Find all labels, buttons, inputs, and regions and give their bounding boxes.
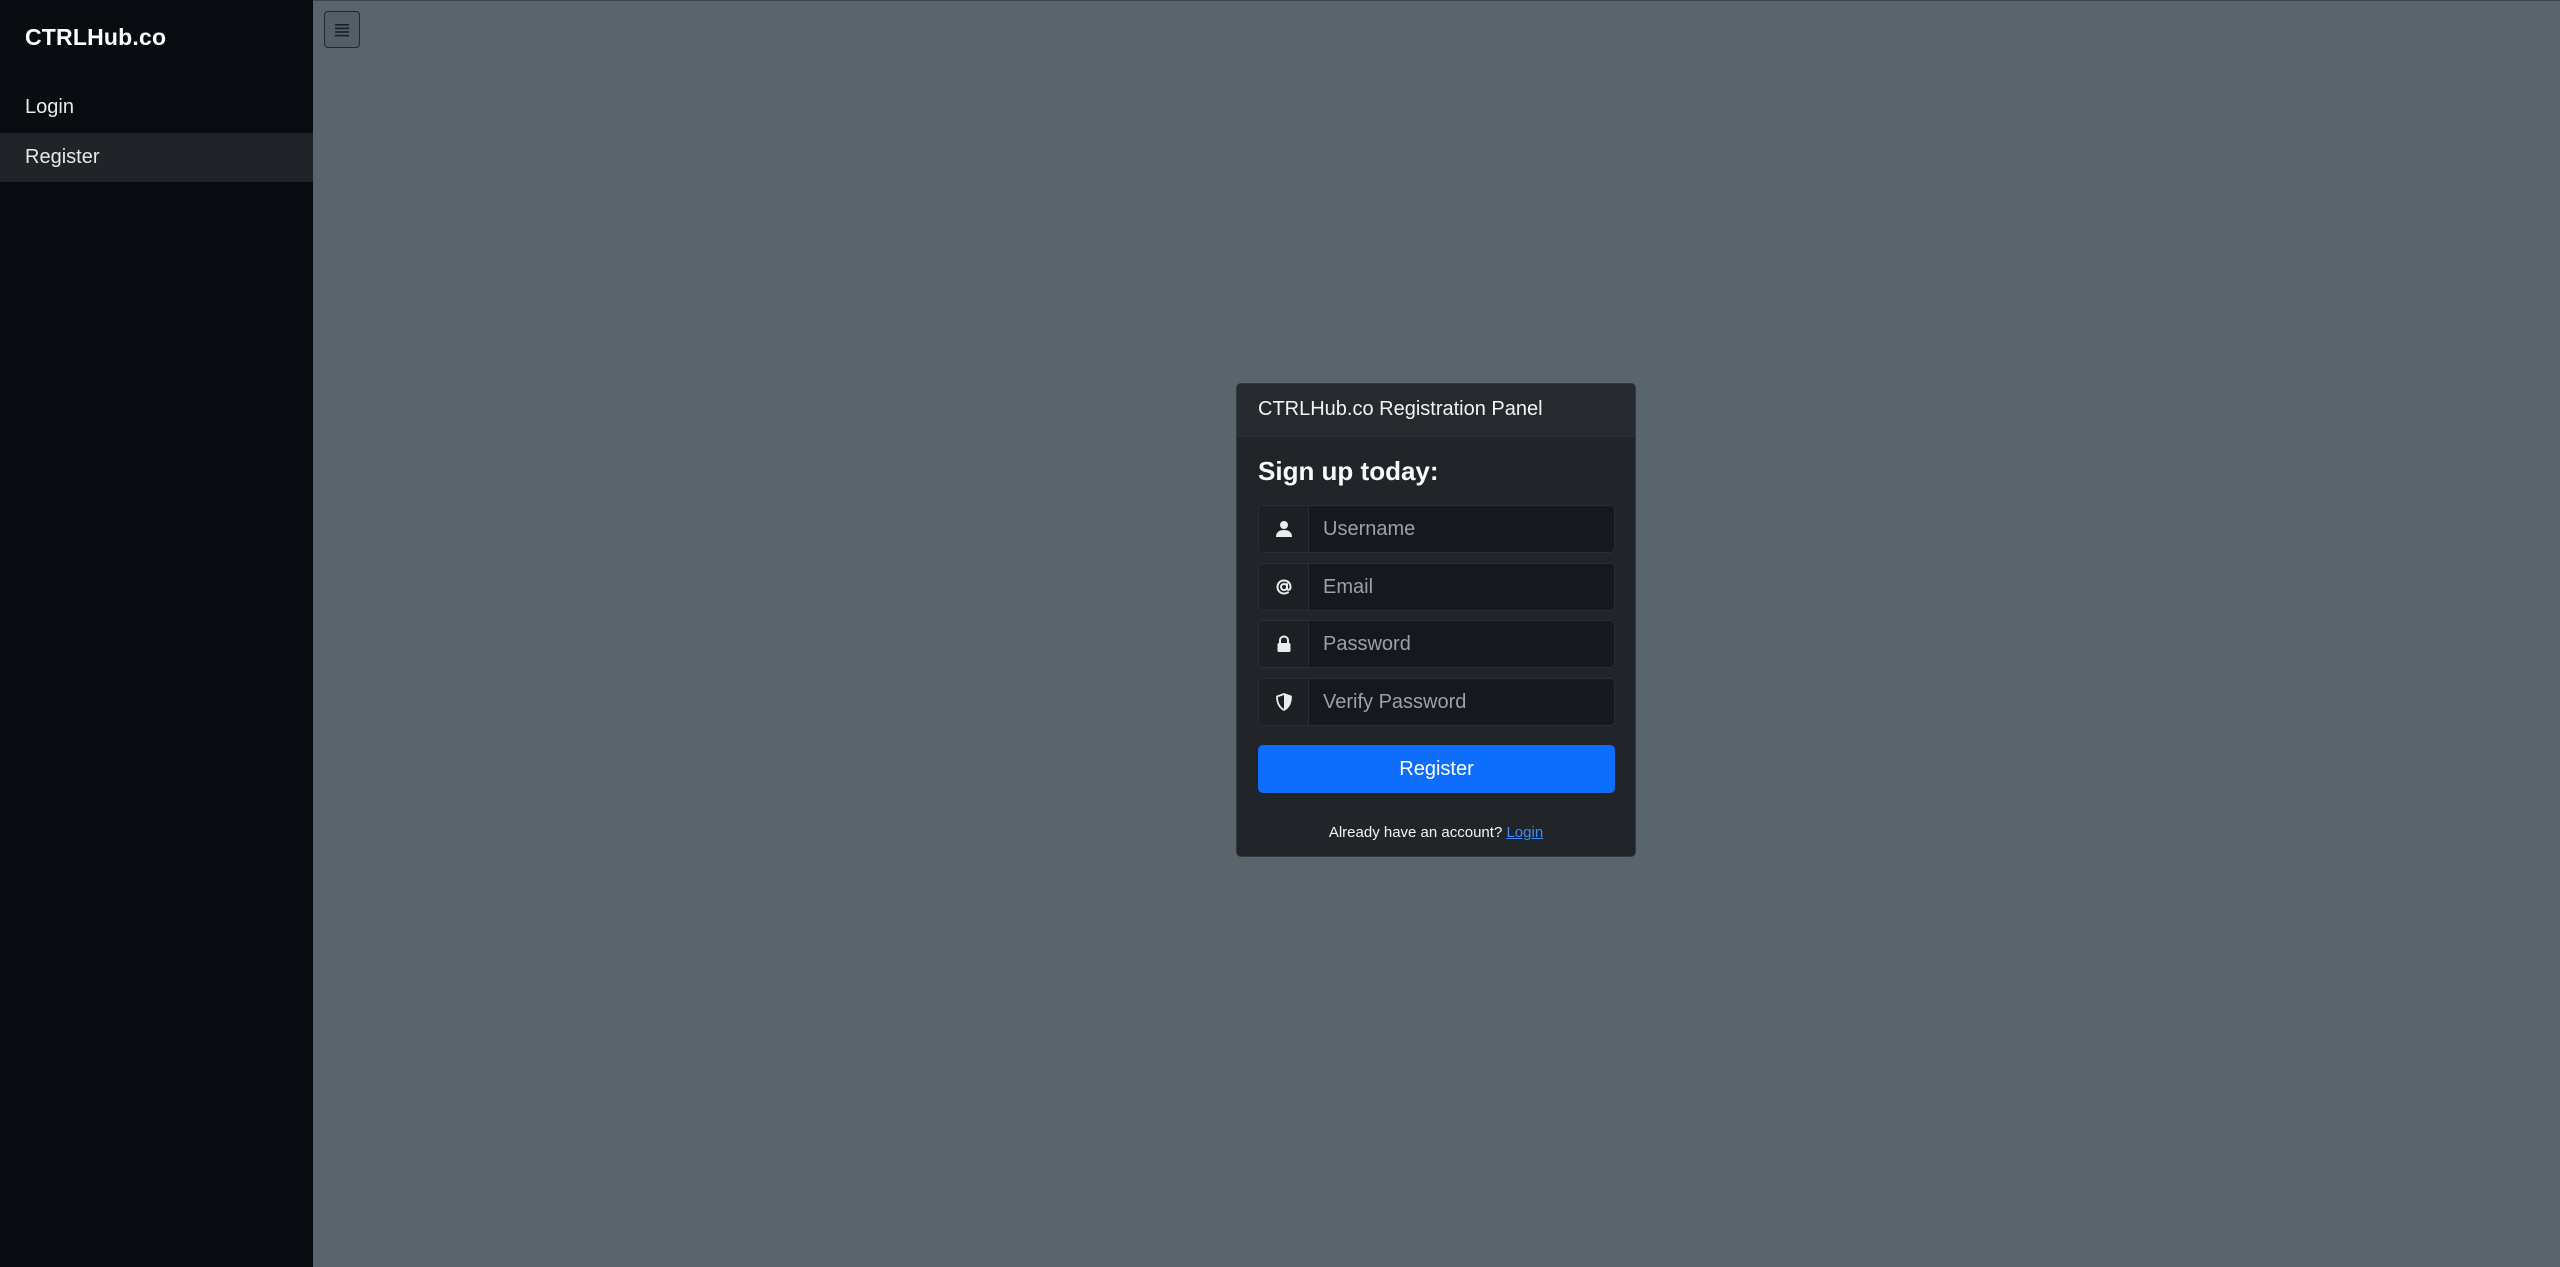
sidebar-item-register[interactable]: Register — [0, 133, 313, 182]
registration-card: CTRLHub.co Registration Panel Sign up to… — [1236, 383, 1636, 857]
verify-password-field-group — [1258, 678, 1615, 726]
lock-icon — [1277, 635, 1291, 652]
verify-password-input[interactable] — [1309, 679, 1614, 725]
username-field-group — [1258, 505, 1615, 553]
verify-password-addon — [1259, 679, 1309, 725]
list-icon — [335, 24, 349, 37]
login-link[interactable]: Login — [1506, 824, 1543, 841]
sidebar-toggle-button[interactable] — [324, 11, 360, 48]
login-prompt-text: Already have an account? — [1328, 824, 1503, 841]
user-icon — [1276, 521, 1292, 537]
username-addon — [1259, 506, 1309, 552]
password-addon — [1259, 621, 1309, 667]
email-addon — [1259, 564, 1309, 610]
card-header: CTRLHub.co Registration Panel — [1237, 384, 1635, 437]
email-field-group — [1258, 563, 1615, 611]
brand-logo[interactable]: CTRLHub.co — [25, 24, 166, 51]
login-prompt: Already have an account? Login — [1237, 824, 1635, 841]
shield-icon — [1276, 693, 1292, 711]
password-field-group — [1258, 620, 1615, 668]
signup-heading: Sign up today: — [1258, 456, 1439, 486]
email-input[interactable] — [1309, 564, 1614, 610]
password-input[interactable] — [1309, 621, 1614, 667]
panel-title: CTRLHub.co Registration Panel — [1258, 398, 1543, 420]
at-icon — [1276, 579, 1292, 595]
sidebar: CTRLHub.co Login Register — [0, 0, 313, 1267]
username-input[interactable] — [1309, 506, 1614, 552]
sidebar-item-login[interactable]: Login — [0, 83, 313, 132]
top-divider — [313, 0, 2560, 1]
register-button[interactable]: Register — [1258, 745, 1615, 793]
